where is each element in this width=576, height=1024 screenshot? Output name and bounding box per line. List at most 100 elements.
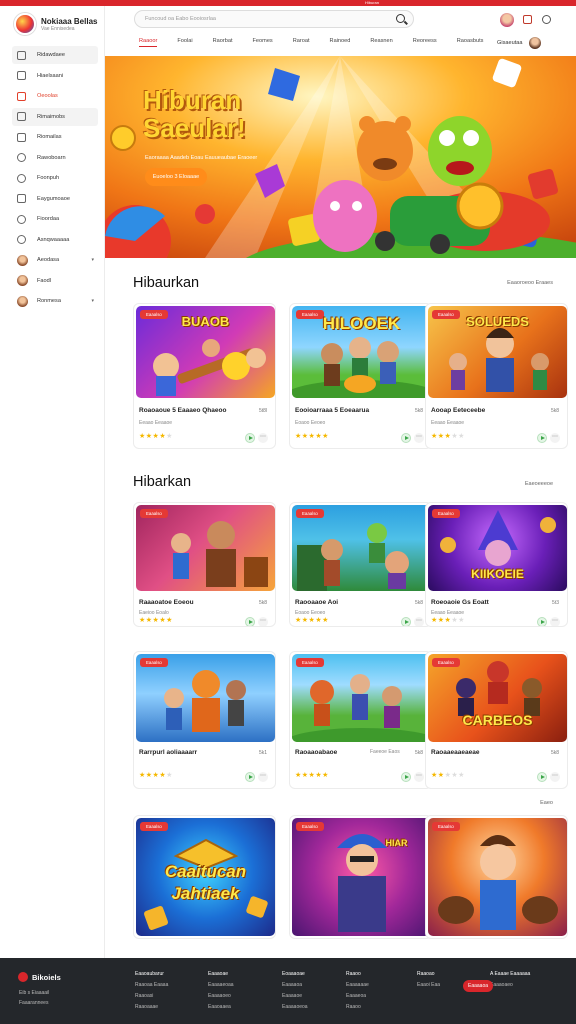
- sidebar-item-home[interactable]: Ridawdaee: [12, 46, 98, 64]
- thumbnail-title: HIAR: [385, 838, 408, 848]
- hero-cta-button[interactable]: Euoeloo 3 Eloaaae: [145, 168, 207, 186]
- game-card[interactable]: Eaaalso Raoaaoabaoe Faeeoe Eaos 5k8 ★★★★…: [289, 651, 432, 789]
- play-icon[interactable]: [537, 617, 547, 626]
- sidebar-item-user-3[interactable]: Ronmesa ▾: [12, 292, 98, 310]
- game-card[interactable]: Eaaalso Caaitucan Jahtiaek: [133, 815, 276, 939]
- footer-link[interactable]: Eaaaaoeoa: [282, 1002, 308, 1013]
- play-icon[interactable]: [401, 772, 411, 782]
- tab-1[interactable]: Raaoor: [139, 38, 158, 47]
- footer-link[interactable]: Raaoaaae: [135, 1002, 168, 1013]
- sidebar-item-label: Oeoolas: [37, 93, 58, 99]
- more-icon[interactable]: ⋯: [550, 772, 560, 782]
- star-rating: ★★★★★: [431, 617, 465, 624]
- game-card[interactable]: Eaaalso Raooaaoe Aoi 5k8 Eoaoo Eeoeo ★★★…: [289, 502, 432, 627]
- section-see-all-link[interactable]: Eaaoroeoo Eraaes: [507, 280, 553, 286]
- play-icon[interactable]: [245, 772, 255, 782]
- footer-link[interactable]: Raaoaa Eaaaa: [135, 980, 168, 991]
- trophy-icon: [17, 132, 26, 142]
- game-art: [164, 670, 246, 732]
- game-card[interactable]: Eaaalso Rarrpurl aoliaaaarr 5k1 ★★★★★ ⋯: [133, 651, 276, 789]
- game-card[interactable]: Eaaalso BUAOB Roaoaoue 5 Eaaaeo Qhaeoo 5…: [133, 303, 276, 449]
- play-icon[interactable]: [537, 433, 547, 443]
- play-icon[interactable]: [537, 772, 547, 782]
- more-icon[interactable]: ⋯: [414, 433, 424, 443]
- footer-link[interactable]: Eaaoaubarur: [135, 969, 168, 980]
- game-thumbnail: Eaaalso: [292, 654, 431, 742]
- tab-8[interactable]: Reoreess: [413, 38, 437, 47]
- play-icon[interactable]: [245, 433, 255, 443]
- game-card[interactable]: Eaaalso CARBEOS Raoaaeaaeaeae 5k8 ★★★★★ …: [425, 651, 568, 789]
- footer-link[interactable]: Eaaaaoa: [282, 980, 308, 991]
- user-menu[interactable]: Gisaeutaa: [497, 37, 541, 49]
- search-icon[interactable]: [396, 14, 405, 23]
- sidebar-item-label: Aeodasa: [37, 257, 60, 263]
- tab-2[interactable]: Foolai: [177, 38, 192, 47]
- more-icon[interactable]: ⋯: [258, 433, 268, 443]
- game-card[interactable]: Eaaalso HILOOEK Eooioarraaa 5 Eoeaarua 5…: [289, 303, 432, 449]
- footer-link[interactable]: Eaaaaeoaa: [208, 980, 234, 991]
- sidebar-nav: Ridawdaee Hiaelsaani Oeoolas Rimaimobs R…: [12, 46, 98, 313]
- game-title: Raooaaoe Aoi: [295, 599, 339, 606]
- footer-link[interactable]: Eoaaaoae: [282, 969, 308, 980]
- tab-3[interactable]: Raorbat: [213, 38, 233, 47]
- footer-line: Faaarannees: [19, 1000, 49, 1006]
- play-icon[interactable]: [245, 617, 255, 626]
- avatar[interactable]: [500, 13, 514, 27]
- more-icon[interactable]: ⋯: [550, 617, 560, 626]
- sidebar-item-trophy[interactable]: Riomailas: [12, 128, 98, 146]
- notification-icon[interactable]: [523, 15, 532, 24]
- footer-button[interactable]: Eaaaaoa: [463, 980, 493, 992]
- footer-link[interactable]: Eaaaaoe: [282, 991, 308, 1002]
- sidebar-item-help[interactable]: Asnqwaaaaa: [12, 231, 98, 249]
- more-icon[interactable]: ⋯: [258, 772, 268, 782]
- more-icon[interactable]: ⋯: [414, 617, 424, 626]
- game-card[interactable]: Eaaalso KIIKOEIE Roeoaoie Gs Eoatt 5t3 E…: [425, 502, 568, 627]
- sidebar-item-user-2[interactable]: Faodl: [12, 272, 98, 290]
- footer-link[interactable]: Eaaaoae: [208, 969, 234, 980]
- section-see-all-link[interactable]: Eaeoeeeoe: [525, 481, 553, 487]
- game-thumbnail: Eaaalso: [428, 818, 567, 936]
- footer-link[interactable]: Eaaaaoeo: [208, 991, 234, 1002]
- sidebar-item-favorites[interactable]: Eaygumoaoe: [12, 190, 98, 208]
- sidebar-item-user-1[interactable]: Aeodasa ▾: [12, 251, 98, 269]
- sidebar-item-categories[interactable]: Rimaimobs: [12, 107, 98, 126]
- footer-link[interactable]: Raaoo: [346, 1002, 369, 1013]
- tab-6[interactable]: Rainoed: [330, 38, 351, 47]
- play-icon[interactable]: [401, 433, 411, 443]
- tab-4[interactable]: Feomes: [253, 38, 273, 47]
- more-icon[interactable]: ⋯: [414, 772, 424, 782]
- sidebar-item-label: Fioordaa: [37, 216, 60, 222]
- play-icon[interactable]: [401, 617, 411, 626]
- footer-link[interactable]: Eaaaoaeo: [490, 980, 530, 991]
- game-card[interactable]: Eaaalso HIAR: [289, 815, 432, 939]
- footer-link[interactable]: Eaaoi Eaa: [417, 980, 440, 991]
- sidebar-item-hot[interactable]: Oeoolas: [12, 87, 98, 105]
- tab-7[interactable]: Reasnen: [370, 38, 392, 47]
- footer-link[interactable]: Raaoao: [417, 969, 440, 980]
- card-badge: Eaaalso: [296, 509, 324, 518]
- more-icon[interactable]: ⋯: [550, 433, 560, 443]
- tab-5[interactable]: Raroat: [293, 38, 310, 47]
- footer-link[interactable]: Raaoo: [346, 969, 369, 980]
- settings-icon[interactable]: [542, 15, 551, 24]
- search-input[interactable]: Funcoud oa Eabo Eooiosrlaa: [134, 10, 414, 28]
- logo[interactable]: Nokiaaa Bellas Vae Ennisedea: [14, 13, 97, 35]
- sidebar-item-history[interactable]: Foonpuh: [12, 169, 98, 187]
- game-card[interactable]: Eaaalso: [425, 815, 568, 939]
- footer-link[interactable]: Eaaoaaea: [208, 1002, 234, 1013]
- sidebar-item-gift[interactable]: Fioordaa: [12, 210, 98, 228]
- top-nav: Raaoor Foolai Raorbat Feomes Raroat Rain…: [139, 38, 503, 47]
- section-see-all-link[interactable]: Eaeo: [540, 800, 553, 806]
- footer-link[interactable]: Eaaaeoa: [346, 991, 369, 1002]
- more-icon[interactable]: ⋯: [258, 617, 268, 626]
- game-card[interactable]: Eaaalso SOLUEDS Aooap Eeteceebe 5k8 Eeaa…: [425, 303, 568, 449]
- sidebar-item-chat[interactable]: Rawoboarn: [12, 149, 98, 167]
- sidebar-item-games[interactable]: Hiaelsaani: [12, 67, 98, 85]
- footer-link[interactable]: Raaoasi: [135, 991, 168, 1002]
- tab-9[interactable]: Raoasbuts: [457, 38, 484, 47]
- game-card[interactable]: Eaaalso Raaaoatoe Eoeou 5k8 Eaeioo Eoalo…: [133, 502, 276, 627]
- footer-logo[interactable]: Bikoiels: [18, 972, 61, 982]
- hero-banner[interactable]: Hiburan Saeular! Eaoraaaa Aaadeb Eoau Ea…: [105, 56, 576, 258]
- footer-link[interactable]: Eaaaaaae: [346, 980, 369, 991]
- footer-link[interactable]: A Eaaae Eaaaaaa: [490, 969, 530, 980]
